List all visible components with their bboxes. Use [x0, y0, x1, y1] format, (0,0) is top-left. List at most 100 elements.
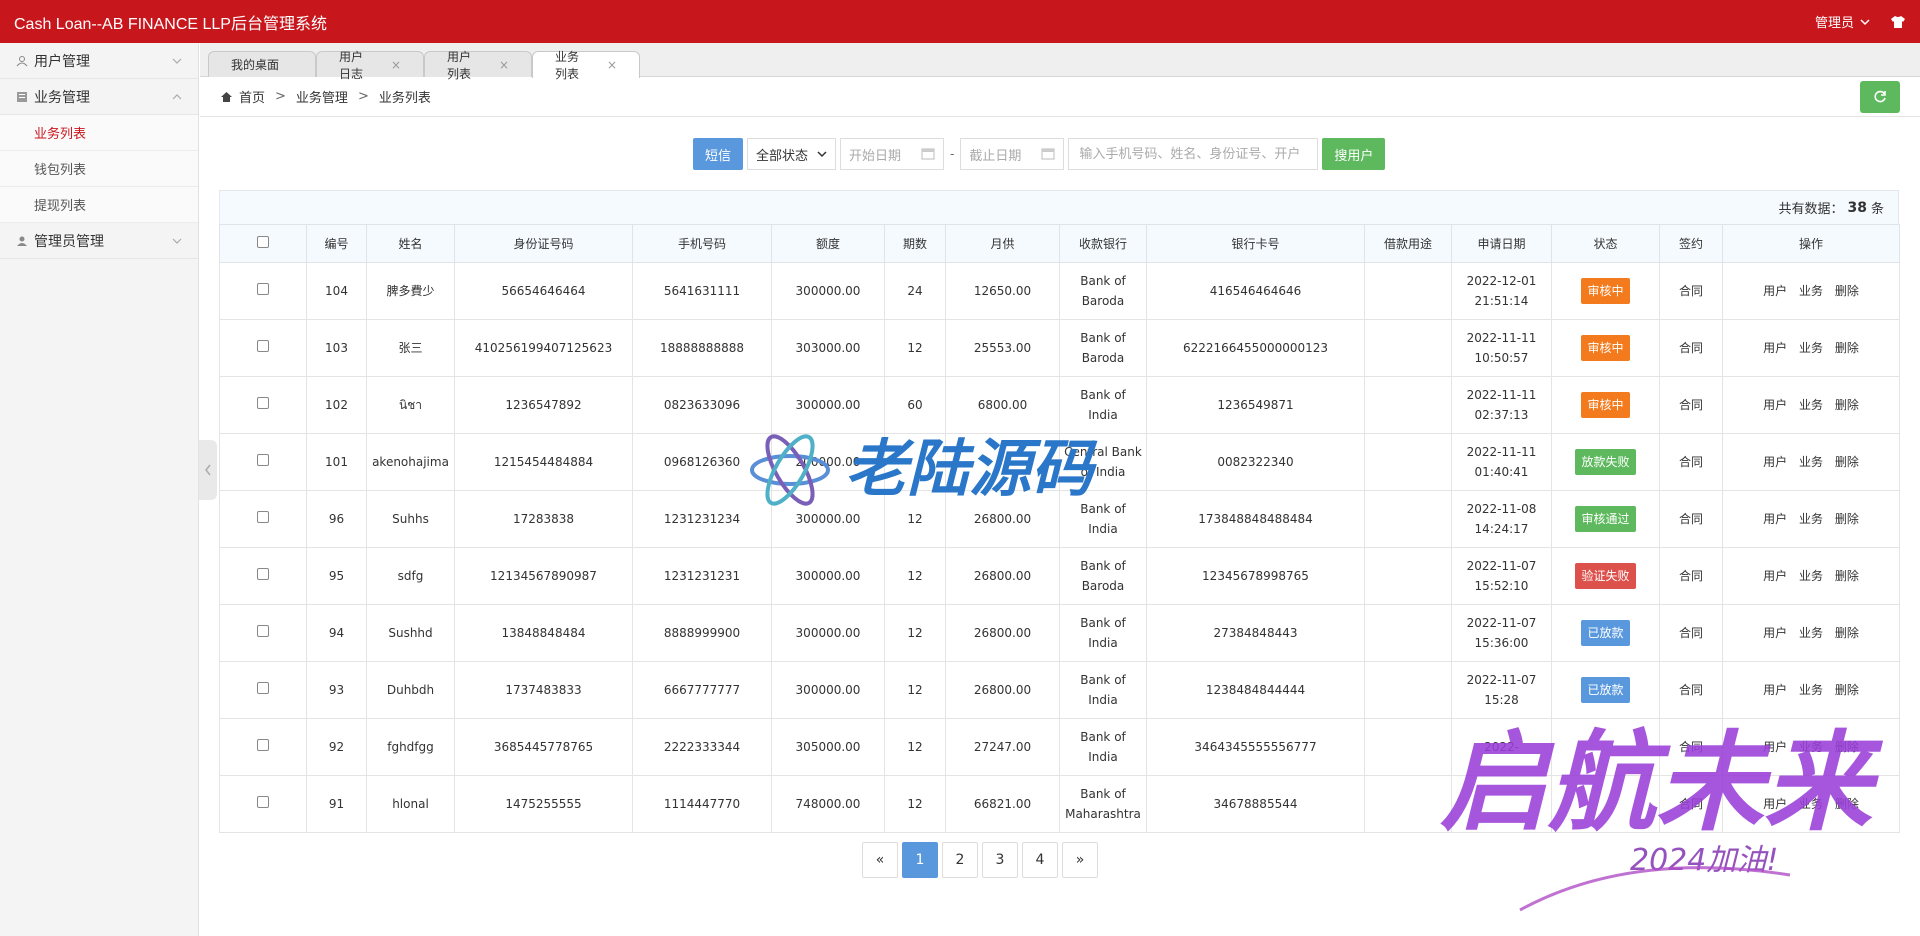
op-business-link[interactable]: 业务: [1799, 569, 1823, 583]
cell-term: 12: [884, 775, 946, 833]
op-business-link[interactable]: 业务: [1799, 740, 1823, 754]
contract-link[interactable]: 合同: [1679, 455, 1703, 469]
op-delete-link[interactable]: 删除: [1835, 626, 1859, 640]
row-checkbox[interactable]: [257, 397, 269, 409]
row-select-cell: [219, 490, 307, 548]
tab-my-desktop[interactable]: 我的桌面: [208, 51, 316, 77]
sidebar-group-admin[interactable]: 管理员管理: [0, 223, 198, 259]
row-checkbox[interactable]: [257, 454, 269, 466]
op-user-link[interactable]: 用户: [1763, 683, 1787, 697]
pager-page[interactable]: 3: [982, 842, 1018, 878]
op-delete-link[interactable]: 删除: [1835, 398, 1859, 412]
end-date-input[interactable]: 截止日期: [960, 138, 1065, 170]
op-delete-link[interactable]: 删除: [1835, 455, 1859, 469]
row-checkbox[interactable]: [257, 511, 269, 523]
contract-link[interactable]: 合同: [1679, 512, 1703, 526]
op-user-link[interactable]: 用户: [1763, 626, 1787, 640]
pager-page[interactable]: 4: [1022, 842, 1058, 878]
row-select-cell: [219, 661, 307, 719]
op-user-link[interactable]: 用户: [1763, 455, 1787, 469]
cell-term: [884, 433, 946, 491]
op-business-link[interactable]: 业务: [1799, 398, 1823, 412]
op-business-link[interactable]: 业务: [1799, 797, 1823, 811]
tab-user-list[interactable]: 用户列表 ×: [424, 50, 532, 81]
pager-page[interactable]: 2: [942, 842, 978, 878]
sidebar-group-business[interactable]: 业务管理: [0, 79, 198, 115]
close-icon[interactable]: ×: [499, 58, 509, 72]
admin-menu[interactable]: 管理员: [1815, 12, 1870, 31]
op-business-link[interactable]: 业务: [1799, 284, 1823, 298]
op-business-link[interactable]: 业务: [1799, 683, 1823, 697]
op-delete-link[interactable]: 删除: [1835, 341, 1859, 355]
close-icon[interactable]: ×: [607, 58, 617, 72]
status-select[interactable]: 全部状态: [747, 138, 837, 170]
cell-bank: Bank of India: [1059, 376, 1147, 434]
contract-link[interactable]: 合同: [1679, 341, 1703, 355]
op-business-link[interactable]: 业务: [1799, 626, 1823, 640]
search-input[interactable]: [1068, 138, 1319, 170]
start-date-input[interactable]: 开始日期: [840, 138, 945, 170]
row-checkbox[interactable]: [257, 568, 269, 580]
contract-link[interactable]: 合同: [1679, 626, 1703, 640]
op-user-link[interactable]: 用户: [1763, 797, 1787, 811]
pager-next[interactable]: »: [1062, 842, 1098, 878]
op-business-link[interactable]: 业务: [1799, 512, 1823, 526]
contract-link[interactable]: 合同: [1679, 398, 1703, 412]
sms-button[interactable]: 短信: [693, 138, 744, 170]
contract-link[interactable]: 合同: [1679, 284, 1703, 298]
op-user-link[interactable]: 用户: [1763, 284, 1787, 298]
cell-idcard: 12134567890987: [454, 547, 633, 605]
row-checkbox[interactable]: [257, 625, 269, 637]
op-user-link[interactable]: 用户: [1763, 512, 1787, 526]
cell-amount: 300000.00: [771, 376, 885, 434]
sidebar-item-wallet-list[interactable]: 钱包列表: [0, 151, 198, 187]
op-user-link[interactable]: 用户: [1763, 740, 1787, 754]
contract-link[interactable]: 合同: [1679, 797, 1703, 811]
tab-user-log[interactable]: 用户日志 ×: [316, 50, 424, 81]
row-checkbox[interactable]: [257, 340, 269, 352]
sidebar-collapse-handle[interactable]: [199, 440, 217, 500]
cell-card: 6222166455000000123: [1146, 319, 1365, 377]
contract-link[interactable]: 合同: [1679, 740, 1703, 754]
select-all-checkbox[interactable]: [257, 236, 269, 248]
tab-business-list[interactable]: 业务列表 ×: [532, 50, 640, 81]
cell-amount: 300000.00: [771, 262, 885, 320]
op-business-link[interactable]: 业务: [1799, 341, 1823, 355]
op-user-link[interactable]: 用户: [1763, 398, 1787, 412]
search-user-button[interactable]: 搜用户: [1322, 138, 1386, 170]
op-delete-link[interactable]: 删除: [1835, 569, 1859, 583]
row-checkbox[interactable]: [257, 682, 269, 694]
op-delete-link[interactable]: 删除: [1835, 512, 1859, 526]
cell-card: 0082322340: [1146, 433, 1365, 491]
cell-name: Sushhd: [366, 604, 455, 662]
sidebar-item-business-list[interactable]: 业务列表: [0, 115, 198, 151]
cell-id: 102: [306, 376, 367, 434]
cell-status: 已放款: [1551, 604, 1660, 662]
breadcrumb-business[interactable]: 业务管理: [296, 87, 348, 106]
cell-monthly: 26800.00: [945, 490, 1060, 548]
row-checkbox[interactable]: [257, 283, 269, 295]
tab-bar: 我的桌面 用户日志 × 用户列表 × 业务列表 ×: [200, 43, 1920, 81]
select-all-header: [219, 224, 307, 263]
pager-prev[interactable]: «: [862, 842, 898, 878]
cell-idcard: 17283838: [454, 490, 633, 548]
op-user-link[interactable]: 用户: [1763, 341, 1787, 355]
close-icon[interactable]: ×: [391, 58, 401, 72]
breadcrumb-home[interactable]: 首页: [239, 87, 265, 106]
op-user-link[interactable]: 用户: [1763, 569, 1787, 583]
op-business-link[interactable]: 业务: [1799, 455, 1823, 469]
refresh-button[interactable]: [1860, 81, 1900, 113]
op-delete-link[interactable]: 删除: [1835, 683, 1859, 697]
op-delete-link[interactable]: 删除: [1835, 284, 1859, 298]
row-checkbox[interactable]: [257, 796, 269, 808]
op-delete-link[interactable]: 删除: [1835, 797, 1859, 811]
contract-link[interactable]: 合同: [1679, 683, 1703, 697]
row-checkbox[interactable]: [257, 739, 269, 751]
cell-monthly: 66821.00: [945, 775, 1060, 833]
skin-shirt-icon[interactable]: [1890, 15, 1906, 29]
sidebar-item-withdraw-list[interactable]: 提现列表: [0, 187, 198, 223]
sidebar-group-user[interactable]: 用户管理: [0, 43, 198, 79]
contract-link[interactable]: 合同: [1679, 569, 1703, 583]
op-delete-link[interactable]: 删除: [1835, 740, 1859, 754]
pager-page[interactable]: 1: [902, 842, 938, 878]
